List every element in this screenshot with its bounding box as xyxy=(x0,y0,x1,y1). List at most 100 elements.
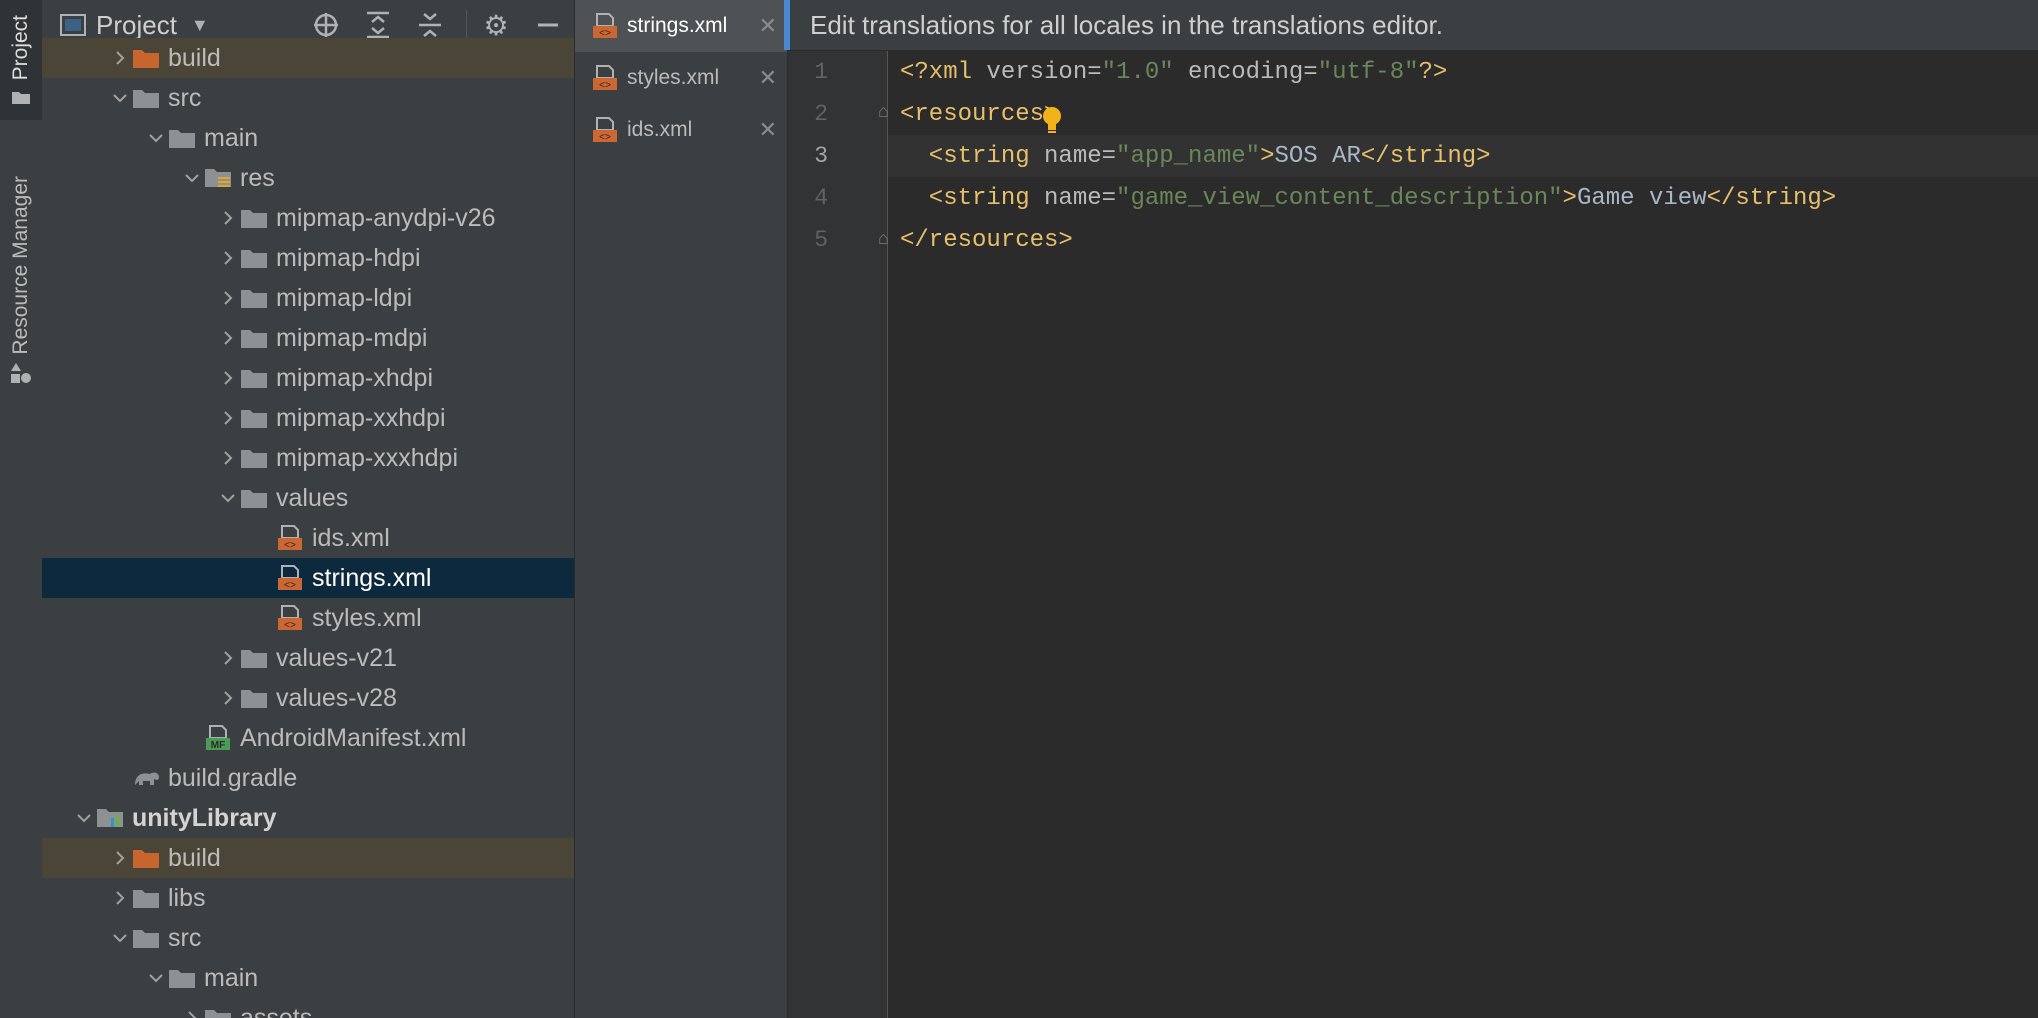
code-token: <?xml xyxy=(900,58,987,86)
chevron-down-icon: ▼ xyxy=(190,14,209,35)
tree-item-label: libs xyxy=(168,883,206,912)
chevron-down-icon[interactable] xyxy=(72,798,96,838)
code-token: "utf-8" xyxy=(1317,58,1419,86)
chevron-right-icon[interactable] xyxy=(216,238,240,278)
close-icon[interactable]: ✕ xyxy=(759,104,777,156)
line-number: 1 xyxy=(814,59,828,85)
svg-text:<>: <> xyxy=(599,81,611,92)
tree-item[interactable]: build xyxy=(42,38,574,78)
tree-item[interactable]: res xyxy=(42,158,574,198)
code-line[interactable]: <string name= "app_name" > SOS AR </string> xyxy=(900,135,1491,177)
code-token: encoding= xyxy=(1173,58,1318,86)
tree-item[interactable]: libs xyxy=(42,878,574,918)
tree-item[interactable]: unityLibrary xyxy=(42,798,574,838)
chevron-right-icon[interactable] xyxy=(216,398,240,438)
folder-icon xyxy=(132,918,162,958)
tree-item[interactable]: build xyxy=(42,838,574,878)
fold-marker-icon[interactable]: ⌂ xyxy=(878,101,889,122)
chevron-right-icon[interactable] xyxy=(216,358,240,398)
chevron-right-icon[interactable] xyxy=(108,38,132,78)
svg-text:<>: <> xyxy=(599,29,611,40)
editor-tab-label: strings.xml xyxy=(627,14,728,37)
editor-tab[interactable]: <> styles.xml ✕ xyxy=(575,52,787,104)
tree-item[interactable]: src xyxy=(42,78,574,118)
xml-file-icon: <> xyxy=(591,64,619,92)
chevron-down-icon[interactable] xyxy=(144,118,168,158)
tree-item[interactable]: <> strings.xml xyxy=(42,558,574,598)
chevron-right-icon[interactable] xyxy=(216,438,240,478)
tree-item[interactable]: <> styles.xml xyxy=(42,598,574,638)
translations-banner[interactable]: Edit translations for all locales in the… xyxy=(784,0,2038,50)
code-line[interactable]: </resources> xyxy=(900,219,1073,261)
xml-file-icon: <> xyxy=(276,598,306,638)
tree-item[interactable]: values-v21 xyxy=(42,638,574,678)
chevron-down-icon[interactable] xyxy=(144,958,168,998)
chevron-right-icon[interactable] xyxy=(216,318,240,358)
code-editor[interactable]: 1 2 3 4 5 <?xml version= "1.0" encoding= "utf-… xyxy=(788,51,2038,1018)
tree-item[interactable]: mipmap-xhdpi xyxy=(42,358,574,398)
chevron-right-icon[interactable] xyxy=(216,198,240,238)
code-token: ?> xyxy=(1418,58,1448,86)
code-line[interactable]: <string name= "game_view_content_descript… xyxy=(900,177,1836,219)
folder-icon xyxy=(168,958,198,998)
chevron-right-icon[interactable] xyxy=(216,278,240,318)
code-token: name= xyxy=(1044,184,1117,212)
tree-item[interactable]: mipmap-xxxhdpi xyxy=(42,438,574,478)
tree-item-label: styles.xml xyxy=(312,603,422,632)
folder-icon xyxy=(240,278,270,318)
code-token: <string xyxy=(900,142,1045,170)
module-folder-icon xyxy=(96,798,126,838)
tree-item[interactable]: mipmap-mdpi xyxy=(42,318,574,358)
resource-manager-tab-label: Resource Manager xyxy=(9,175,32,355)
fold-marker-icon[interactable]: ⌂ xyxy=(878,228,889,249)
tree-item[interactable]: main xyxy=(42,958,574,998)
tree-item[interactable]: values-v28 xyxy=(42,678,574,718)
chevron-right-icon[interactable] xyxy=(108,878,132,918)
tree-item[interactable]: MF AndroidManifest.xml xyxy=(42,718,574,758)
editor-tab[interactable]: <> strings.xml ✕ xyxy=(575,0,787,52)
chevron-right-icon[interactable] xyxy=(108,838,132,878)
tree-item[interactable]: main xyxy=(42,118,574,158)
tree-item-label: main xyxy=(204,123,259,152)
tree-item[interactable]: src xyxy=(42,918,574,958)
excluded-folder-icon xyxy=(132,38,162,78)
tree-item[interactable]: mipmap-hdpi xyxy=(42,238,574,278)
tree-item[interactable]: mipmap-xxhdpi xyxy=(42,398,574,438)
manifest-file-icon: MF xyxy=(204,718,234,758)
tree-item-label: mipmap-xhdpi xyxy=(276,363,434,392)
close-icon[interactable]: ✕ xyxy=(759,0,777,52)
resource-manager-tool-tab[interactable]: Resource Manager xyxy=(0,160,42,400)
chevron-right-icon[interactable] xyxy=(216,638,240,678)
chevron-down-icon[interactable] xyxy=(180,158,204,198)
code-token: </resources> xyxy=(900,226,1073,254)
code-line[interactable]: <?xml version= "1.0" encoding= "utf-8" ?> xyxy=(900,51,1447,93)
chevron-down-icon[interactable] xyxy=(108,918,132,958)
tree-item[interactable]: mipmap-anydpi-v26 xyxy=(42,198,574,238)
line-number: 4 xyxy=(814,185,828,211)
chevron-down-icon[interactable] xyxy=(108,78,132,118)
chevron-right-icon[interactable] xyxy=(180,998,204,1018)
lightbulb-icon[interactable] xyxy=(1040,105,1064,135)
code-token: version= xyxy=(986,58,1102,86)
editor-tab[interactable]: <> ids.xml ✕ xyxy=(575,104,787,156)
tree-item[interactable]: assets xyxy=(42,998,574,1018)
tree-item[interactable]: mipmap-ldpi xyxy=(42,278,574,318)
project-view-title: Project xyxy=(96,9,177,40)
tree-item[interactable]: values xyxy=(42,478,574,518)
svg-text:MF: MF xyxy=(211,740,225,751)
close-icon[interactable]: ✕ xyxy=(759,52,777,104)
project-tool-tab[interactable]: Project xyxy=(0,0,42,120)
chevron-right-icon[interactable] xyxy=(216,678,240,718)
chevron-down-icon[interactable] xyxy=(216,478,240,518)
resource-folder-icon xyxy=(204,158,234,198)
gradle-elephant-icon xyxy=(132,758,162,798)
tree-item[interactable]: <> ids.xml xyxy=(42,518,574,558)
code-line[interactable]: <resources> xyxy=(900,93,1058,135)
tree-item-label: unityLibrary xyxy=(132,803,277,832)
code-token: "app_name" xyxy=(1116,142,1261,170)
code-token: "1.0" xyxy=(1101,58,1174,86)
tree-item[interactable]: build.gradle xyxy=(42,758,574,798)
tree-item-label: values-v28 xyxy=(276,683,397,712)
